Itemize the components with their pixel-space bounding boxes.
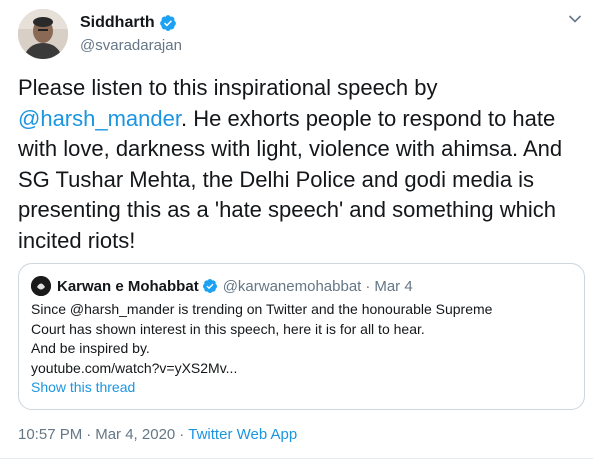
tweet-text: Please listen to this inspirational spee… bbox=[18, 73, 578, 256]
quoted-author-name: Karwan e Mohabbat bbox=[57, 277, 199, 295]
author-block: Siddharth @svaradarajan bbox=[80, 12, 182, 54]
meta-separator: · bbox=[179, 426, 185, 443]
quoted-text-line: Court has shown interest in this speech,… bbox=[31, 320, 425, 337]
author-name[interactable]: Siddharth bbox=[80, 14, 155, 32]
meta-separator: · bbox=[86, 426, 92, 443]
author-handle[interactable]: @svaradarajan bbox=[80, 37, 182, 54]
tweet-text-start: Please listen to this inspirational spee… bbox=[18, 75, 438, 100]
quoted-author-handle: @karwanemohabbat bbox=[222, 277, 362, 295]
chevron-down-icon[interactable] bbox=[568, 14, 582, 24]
author-avatar[interactable] bbox=[18, 9, 68, 59]
quoted-date: Mar 4 bbox=[374, 277, 413, 295]
tweet-date[interactable]: Mar 4, 2020 bbox=[95, 426, 175, 443]
tweet-meta: 10:57 PM · Mar 4, 2020 · Twitter Web App bbox=[18, 426, 297, 443]
quoted-separator: · bbox=[365, 277, 371, 295]
divider bbox=[0, 458, 593, 459]
quoted-text: Since @harsh_mander is trending on Twitt… bbox=[31, 300, 576, 378]
verified-badge-icon bbox=[202, 279, 217, 293]
quoted-header: Karwan e Mohabbat @karwanemohabbat · Mar… bbox=[57, 276, 413, 296]
quoted-link[interactable]: youtube.com/watch?v=yXS2Mv... bbox=[31, 359, 576, 379]
quoted-text-line: And be inspired by. bbox=[31, 340, 150, 356]
verified-badge-icon bbox=[159, 15, 176, 31]
quoted-text-line: Since @harsh_mander is trending on Twitt… bbox=[31, 301, 493, 317]
quoted-avatar bbox=[31, 276, 51, 296]
tweet-time[interactable]: 10:57 PM bbox=[18, 426, 82, 443]
show-thread-link[interactable]: Show this thread bbox=[31, 379, 135, 395]
quoted-tweet[interactable]: Karwan e Mohabbat @karwanemohabbat · Mar… bbox=[18, 263, 585, 410]
mention-link[interactable]: @harsh_mander bbox=[18, 106, 181, 131]
tweet: Siddharth @svaradarajan Please listen to… bbox=[0, 0, 593, 461]
tweet-source-link[interactable]: Twitter Web App bbox=[188, 426, 297, 443]
